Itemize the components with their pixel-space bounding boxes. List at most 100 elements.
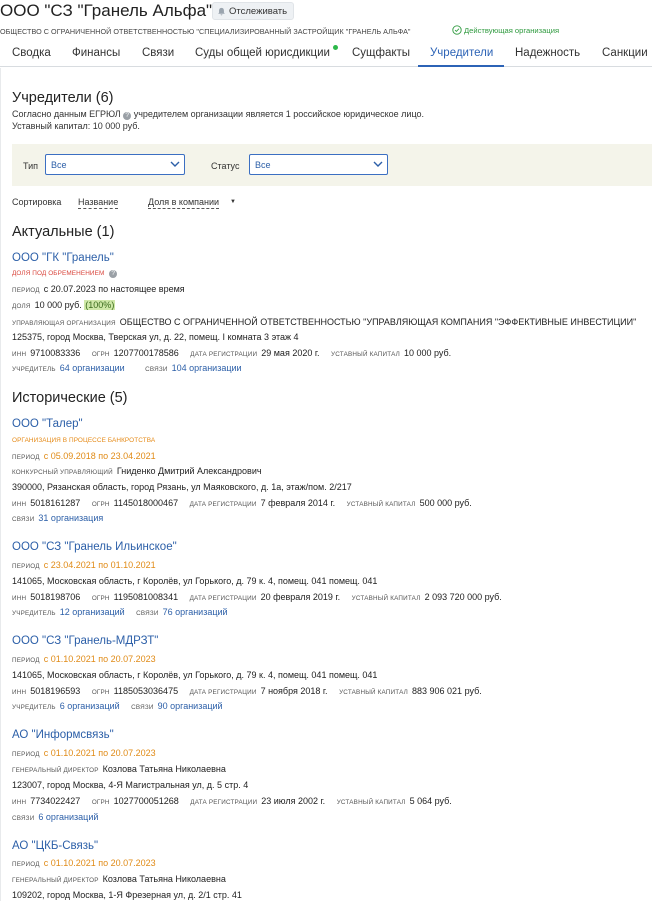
director-value: Козлова Татьяна Николаевна: [102, 764, 226, 774]
links-orgs-link[interactable]: 6 организаций: [38, 812, 98, 822]
ogrn-value: 1195081008341: [113, 592, 179, 602]
founders-title: Учредители (6): [12, 90, 114, 106]
reg-date-label: ДАТА РЕГИСТРАЦИИ: [190, 799, 258, 806]
capital-value: 5 064 руб.: [409, 796, 452, 806]
reg-date-label: ДАТА РЕГИСТРАЦИИ: [189, 689, 257, 696]
requisites-row: ИНН 9710083336 ОГРН 1207700178586 ДАТА РЕГ…: [12, 348, 451, 358]
inn-value: 7734022427: [30, 796, 81, 806]
company-header: ООО "СЗ "Гранель Альфа" Отслеживать ОБЩЕ…: [0, 0, 652, 40]
founder-name-link[interactable]: ООО "ГК "Гранель": [12, 252, 114, 264]
founder-name-link[interactable]: ООО "СЗ "Гранель Ильинское": [12, 541, 177, 553]
track-button[interactable]: Отслеживать: [212, 2, 295, 20]
founder-label: УЧРЕДИТЕЛЬ: [12, 704, 56, 711]
help-icon[interactable]: ?: [109, 270, 118, 278]
company-title: ООО "СЗ "Гранель Альфа": [0, 1, 213, 20]
address: 390000, Рязанская область, город Рязань,…: [12, 482, 352, 492]
company-full-name: ОБЩЕСТВО С ОГРАНИЧЕННОЙ ОТВЕТСТВЕННОСТЬЮ…: [0, 27, 411, 36]
bell-icon: [218, 7, 225, 15]
ogrn-label: ОГРН: [91, 595, 110, 602]
founder-label: УЧРЕДИТЕЛЬ: [12, 610, 56, 617]
share-value: 10 000 руб.: [34, 300, 82, 310]
help-icon[interactable]: ?: [123, 112, 132, 120]
period-label: ПЕРИОД: [12, 861, 40, 868]
capital-label: УСТАВНЫЙ КАПИТАЛ: [346, 501, 416, 508]
relations-row: УЧРЕДИТЕЛЬ 6 организаций СВЯЗИ 90 организа…: [12, 701, 223, 711]
sort-by-share[interactable]: Доля в компании: [148, 197, 220, 209]
capital-value: 10 000 руб.: [403, 348, 452, 358]
tab-founders[interactable]: Учредители: [430, 47, 493, 59]
tab-sanctions[interactable]: Санкции: [602, 47, 648, 59]
filter-bar: Тип Все Статус Все: [12, 144, 652, 186]
status-filter-select[interactable]: Все: [249, 154, 388, 175]
period-row: ПЕРИОД с 01.10.2021 по 20.07.2023: [12, 858, 156, 868]
share-row: ДОЛЯ 10 000 руб. (100%): [12, 300, 116, 310]
capital-label: УСТАВНЫЙ КАПИТАЛ: [351, 595, 421, 602]
inn-label: ИНН: [12, 799, 27, 806]
period-value: с 23.04.2021 по 01.10.2021: [43, 560, 156, 570]
sort-label: Сортировка: [12, 197, 62, 207]
links-orgs-link[interactable]: 90 организаций: [158, 701, 223, 711]
period-label: ПЕРИОД: [12, 563, 40, 570]
period-value: с 05.09.2018 по 23.04.2021: [43, 451, 156, 461]
tab-reliability[interactable]: Надежность: [515, 47, 580, 59]
historical-title: Исторические (5): [12, 390, 128, 406]
requisites-row: ИНН 5018198706 ОГРН 1195081008341 ДАТА РЕГ…: [12, 592, 502, 602]
reg-date-value: 7 ноября 2018 г.: [260, 686, 328, 696]
tab-facts[interactable]: Сущфакты: [352, 47, 410, 59]
tab-bar: Сводка Финансы Связи Суды общей юрисдикц…: [0, 41, 652, 67]
relations-row: УЧРЕДИТЕЛЬ 64 организации СВЯЗИ 104 органи…: [12, 363, 242, 373]
bankruptcy-badge: ОРГАНИЗАЦИЯ В ПРОЦЕССЕ БАНКРОТСТВА: [12, 437, 156, 444]
founder-name-link[interactable]: ООО "Талер": [12, 418, 83, 430]
inn-label: ИНН: [12, 351, 27, 358]
links-label: СВЯЗИ: [145, 366, 168, 373]
requisites-row: ИНН 5018196593 ОГРН 1185053036475 ДАТА РЕГ…: [12, 686, 482, 696]
active-tab-indicator: [418, 65, 504, 67]
founder-orgs-link[interactable]: 64 организации: [60, 363, 125, 373]
type-filter-select[interactable]: Все: [45, 154, 185, 175]
founder-name-link[interactable]: АО "Информсвязь": [12, 729, 114, 741]
founder-orgs-link[interactable]: 12 организаций: [60, 607, 125, 617]
capital-label: УСТАВНЫЙ КАПИТАЛ: [339, 689, 409, 696]
links-orgs-link[interactable]: 31 организация: [38, 513, 103, 523]
ogrn-label: ОГРН: [91, 799, 110, 806]
address: 109202, город Москва, 1-Я Фрезерная ул, …: [12, 890, 242, 900]
founders-note-source: Согласно данным ЕГРЮЛ: [12, 109, 121, 119]
founder-orgs-link[interactable]: 6 организаций: [60, 701, 120, 711]
period-value: с 20.07.2023 по настоящее время: [43, 284, 185, 294]
links-orgs-link[interactable]: 104 организации: [172, 363, 242, 373]
tab-summary[interactable]: Сводка: [12, 47, 51, 59]
period-label: ПЕРИОД: [12, 657, 40, 664]
tab-links[interactable]: Связи: [142, 47, 174, 59]
founder-label: УЧРЕДИТЕЛЬ: [12, 366, 56, 373]
tab-courts[interactable]: Суды общей юрисдикции: [195, 47, 330, 59]
relations-row: УЧРЕДИТЕЛЬ 12 организаций СВЯЗИ 76 организ…: [12, 607, 228, 617]
tab-finance[interactable]: Финансы: [72, 47, 120, 59]
inn-label: ИНН: [12, 689, 27, 696]
capital-value: 2 093 720 000 руб.: [424, 592, 502, 602]
director-value: Козлова Татьяна Николаевна: [102, 874, 226, 884]
ogrn-label: ОГРН: [91, 351, 110, 358]
founder-name-link[interactable]: ООО "СЗ "Гранель-МДРЗТ": [12, 635, 158, 647]
address: 123007, город Москва, 4-Я Магистральная …: [12, 780, 249, 790]
manager-label: УПРАВЛЯЮЩАЯ ОРГАНИЗАЦИЯ: [12, 320, 116, 327]
inn-value: 5018196593: [30, 686, 81, 696]
inn-label: ИНН: [12, 501, 27, 508]
check-circle-icon: [452, 25, 462, 35]
inn-value: 9710083336: [30, 348, 81, 358]
founder-name-link[interactable]: АО "ЦКБ-Связь": [12, 840, 98, 852]
period-row: ПЕРИОД с 05.09.2018 по 23.04.2021: [12, 451, 156, 461]
links-orgs-link[interactable]: 76 организаций: [163, 607, 228, 617]
director-row: ГЕНЕРАЛЬНЫЙ ДИРЕКТОР Козлова Татьяна Нико…: [12, 874, 226, 884]
links-label: СВЯЗИ: [12, 516, 35, 523]
requisites-row: ИНН 5018161287 ОГРН 1145018000467 ДАТА РЕГ…: [12, 498, 472, 508]
period-label: ПЕРИОД: [12, 454, 40, 461]
ogrn-value: 1185053036475: [113, 686, 179, 696]
encumbrance-text: ДОЛЯ ПОД ОБРЕМЕНЕНИЕМ: [12, 270, 105, 277]
relations-row: СВЯЗИ 31 организация: [12, 513, 103, 523]
links-label: СВЯЗИ: [12, 815, 35, 822]
new-data-dot: [333, 45, 338, 50]
sort-by-name[interactable]: Название: [78, 197, 119, 209]
sort-arrow-icon[interactable]: ▼: [230, 199, 236, 205]
manager-row: КОНКУРСНЫЙ УПРАВЛЯЮЩИЙ Гниденко Дмитрий А…: [12, 466, 262, 476]
bankruptcy-manager-label: КОНКУРСНЫЙ УПРАВЛЯЮЩИЙ: [12, 469, 113, 476]
